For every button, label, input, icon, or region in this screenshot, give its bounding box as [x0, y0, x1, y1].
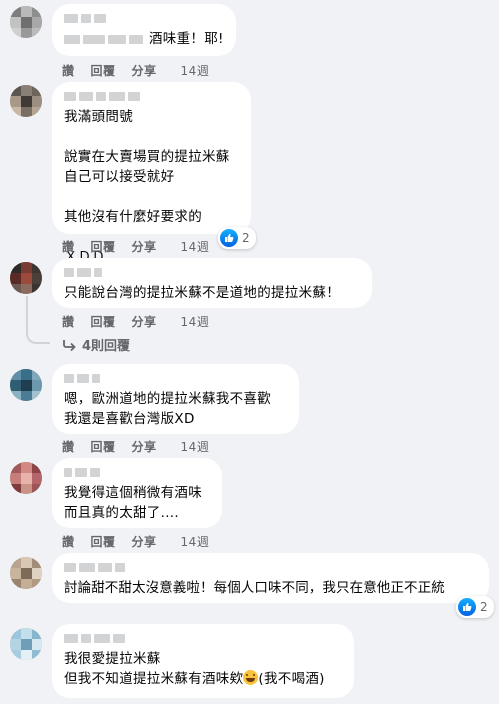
comment-text: 只能說台灣的提拉米蘇不是道地的提拉米蘇！: [64, 285, 340, 301]
reply-button[interactable]: 回覆: [91, 533, 116, 550]
avatar[interactable]: [10, 369, 42, 401]
like-button[interactable]: 讚: [62, 313, 75, 330]
comment-text: 酒味重！耶!: [149, 31, 224, 47]
comment-text: 嗯，歐洲道地的提拉米蘇我不喜歡 我還是喜歡台灣版XD: [64, 391, 271, 427]
reply-button[interactable]: 回覆: [91, 438, 116, 455]
comment-actions: 讚 回覆 分享 14週: [62, 438, 225, 455]
comment-text: 討論甜不甜太沒意義啦！每個人口味不同，我只在意他正不正統: [64, 580, 445, 596]
commenter-name[interactable]: [64, 14, 224, 23]
grinning-emoji-icon: [243, 670, 259, 685]
avatar[interactable]: [10, 6, 42, 38]
comment-text-part: (我不喝酒): [258, 671, 325, 687]
comment-bubble: 討論甜不甜太沒意義啦！每個人口味不同，我只在意他正不正統: [52, 553, 489, 603]
comment-bubble: 只能說台灣的提拉米蘇不是道地的提拉米蘇！: [52, 258, 372, 308]
like-button[interactable]: 讚: [62, 62, 75, 79]
like-button[interactable]: 讚: [62, 238, 75, 255]
share-button[interactable]: 分享: [132, 238, 157, 255]
replies-label: 4則回覆: [82, 339, 131, 354]
reaction-number: 2: [480, 600, 488, 614]
view-replies-link[interactable]: 4則回覆: [62, 335, 130, 354]
timestamp[interactable]: 14週: [181, 438, 210, 455]
comment-text: 我覺得這個稍微有酒味 而且真的太甜了....: [64, 485, 202, 521]
reaction-count[interactable]: 2: [456, 596, 494, 618]
avatar[interactable]: [10, 557, 42, 589]
comment-bubble: 嗯，歐洲道地的提拉米蘇我不喜歡 我還是喜歡台灣版XD: [52, 364, 299, 434]
share-button[interactable]: 分享: [132, 533, 157, 550]
reply-button[interactable]: 回覆: [91, 238, 116, 255]
commenter-name[interactable]: [64, 92, 239, 101]
blurred-text: [64, 34, 143, 44]
thread-line: [26, 296, 50, 344]
reply-button[interactable]: 回覆: [91, 313, 116, 330]
comment-bubble: 我滿頭問號 說實在大賣場買的提拉米蘇 自己可以接受就好 其他沒有什麼好要求的 Ｘ…: [52, 82, 251, 265]
timestamp[interactable]: 14週: [181, 238, 210, 255]
comment-bubble: 酒味重！耶!: [52, 4, 236, 56]
avatar[interactable]: [10, 628, 42, 660]
reply-arrow-icon: [63, 339, 76, 351]
share-button[interactable]: 分享: [132, 62, 157, 79]
timestamp[interactable]: 14週: [181, 533, 210, 550]
like-button[interactable]: 讚: [62, 438, 75, 455]
comment-actions: 讚 回覆 分享 14週: [62, 62, 225, 79]
commenter-name[interactable]: [64, 634, 342, 643]
timestamp[interactable]: 14週: [181, 62, 210, 79]
avatar[interactable]: [10, 85, 42, 117]
comment-text-line-1: 我很愛提拉米蘇: [64, 651, 161, 667]
share-button[interactable]: 分享: [132, 313, 157, 330]
commenter-name[interactable]: [64, 374, 287, 383]
timestamp[interactable]: 14週: [181, 313, 210, 330]
comment-bubble: 我覺得這個稍微有酒味 而且真的太甜了....: [52, 458, 222, 528]
reply-button[interactable]: 回覆: [91, 62, 116, 79]
avatar[interactable]: [10, 262, 42, 294]
thumbs-up-icon: [458, 598, 476, 616]
comment-actions: 讚 回覆 分享 14週: [62, 313, 225, 330]
comment-actions: 讚 回覆 分享 14週: [62, 238, 225, 255]
comment-bubble: 我很愛提拉米蘇 但我不知道提拉米蘇有酒味欸 (我不喝酒): [52, 624, 354, 698]
comment-text-part: 但我不知道提拉米蘇有酒味欸: [64, 671, 244, 687]
like-button[interactable]: 讚: [62, 533, 75, 550]
avatar[interactable]: [10, 462, 42, 494]
commenter-name[interactable]: [64, 563, 477, 572]
reaction-number: 2: [242, 231, 250, 245]
comment-actions: 讚 回覆 分享 14週: [62, 533, 225, 550]
commenter-name[interactable]: [64, 268, 360, 277]
comment-text-line-2: 但我不知道提拉米蘇有酒味欸 (我不喝酒): [64, 669, 342, 689]
share-button[interactable]: 分享: [132, 438, 157, 455]
commenter-name[interactable]: [64, 468, 210, 477]
